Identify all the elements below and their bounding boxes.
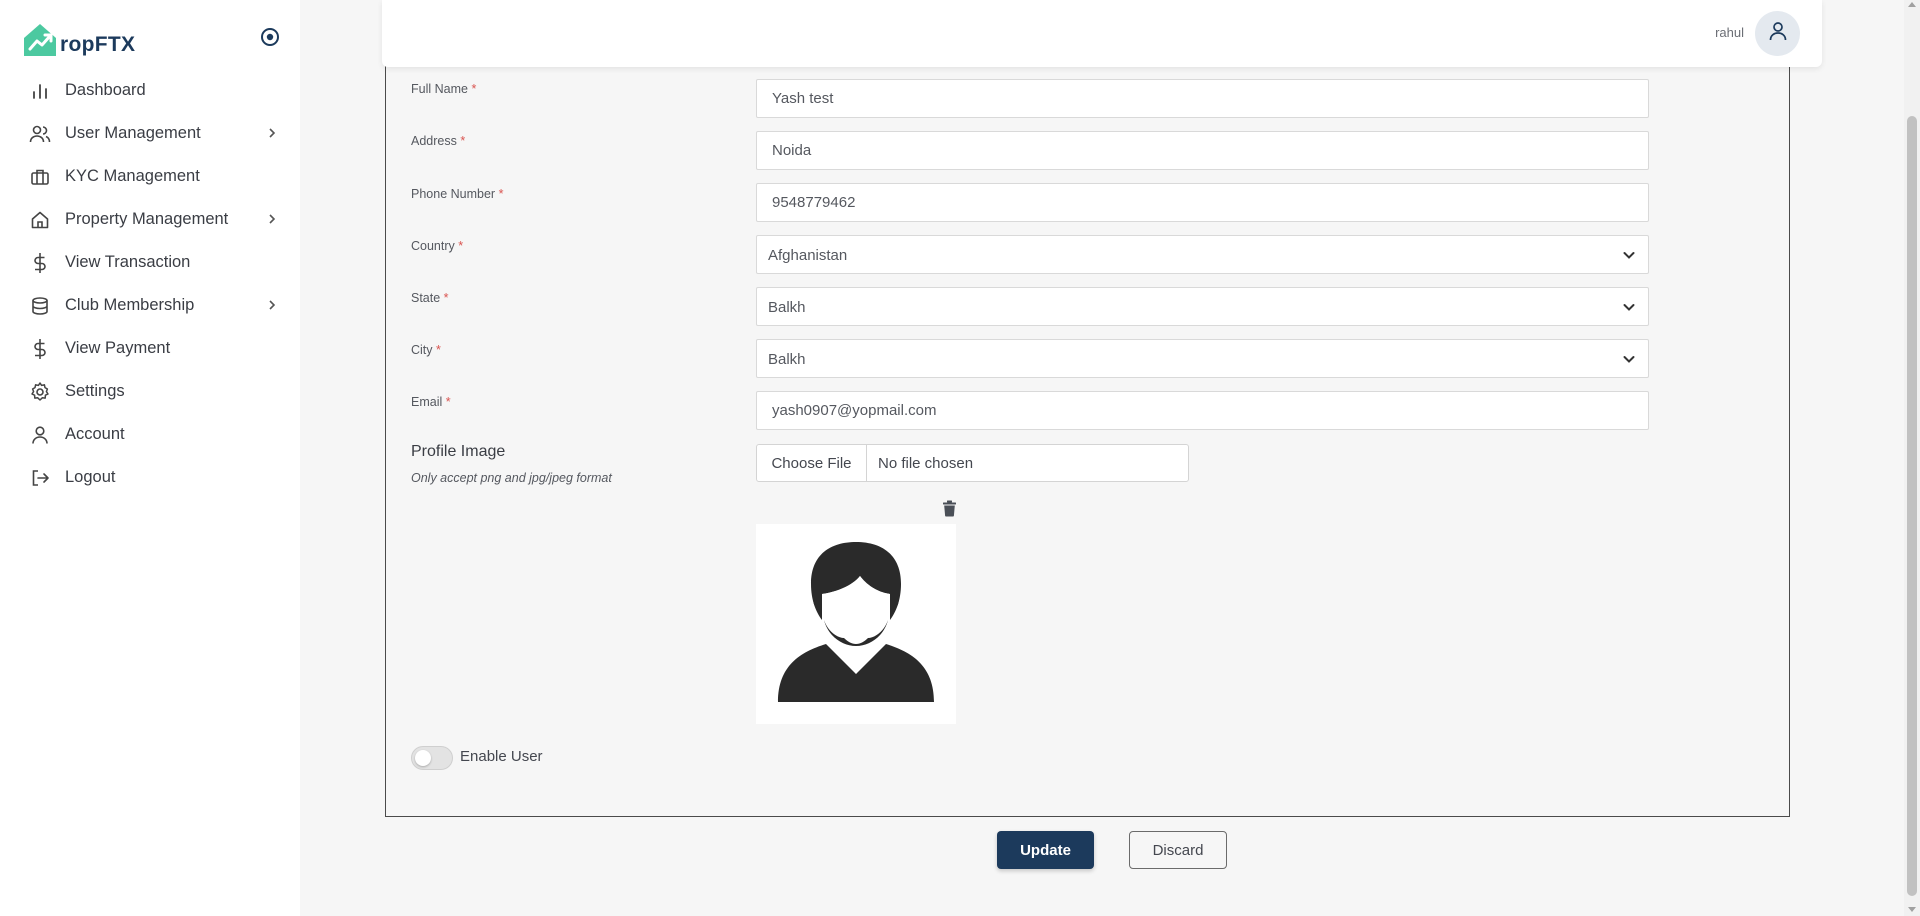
country-select-value: Afghanistan: [768, 247, 848, 264]
city-label: City *: [411, 343, 441, 357]
chevron-right-icon: [266, 126, 278, 140]
address-field[interactable]: [756, 131, 1649, 170]
address-label: Address *: [411, 134, 465, 148]
user-avatar-icon: [1767, 20, 1789, 47]
dollar-icon: [29, 338, 51, 360]
phone-label: Phone Number *: [411, 187, 503, 201]
page-scrollbar[interactable]: [1904, 0, 1920, 916]
database-icon: [29, 295, 51, 317]
chevron-down-icon: [1622, 352, 1636, 366]
users-icon: [29, 123, 51, 145]
update-button[interactable]: Update: [997, 831, 1094, 869]
sidebar-item-label: Account: [65, 425, 125, 443]
choose-file-button[interactable]: Choose File: [757, 445, 867, 481]
home-icon: [29, 209, 51, 231]
phone-input[interactable]: [757, 184, 1648, 221]
profile-image-hint: Only accept png and jpg/jpeg format: [411, 471, 612, 485]
sidebar-item-kyc-management[interactable]: KYC Management: [0, 155, 300, 198]
state-label-text: State: [411, 291, 441, 305]
top-header: rahul: [382, 0, 1822, 67]
profile-image-preview: [756, 524, 956, 724]
sidebar-item-club-membership[interactable]: Club Membership: [0, 284, 300, 327]
address-label-text: Address: [411, 134, 457, 148]
phone-field[interactable]: [756, 183, 1649, 222]
bar-chart-icon: [29, 80, 51, 102]
sidebar-item-label: View Payment: [65, 339, 171, 357]
chevron-right-icon: [266, 212, 278, 226]
full-name-label: Full Name *: [411, 82, 476, 96]
required-marker: *: [445, 395, 451, 409]
required-marker: *: [436, 343, 441, 357]
sidebar-item-label: View Transaction: [65, 253, 191, 271]
sidebar-item-label: Club Membership: [65, 296, 195, 314]
email-label: Email *: [411, 395, 451, 409]
address-input[interactable]: [757, 132, 1648, 169]
full-name-label-text: Full Name: [411, 82, 468, 96]
briefcase-icon: [29, 166, 51, 188]
sidebar-item-user-management[interactable]: User Management: [0, 112, 300, 155]
chevron-down-icon: [1622, 248, 1636, 262]
chevron-right-icon: [266, 298, 278, 312]
sidebar: ropFTX Dashboard User Management KYC Man…: [0, 0, 300, 916]
logo-house-icon: [22, 22, 58, 58]
header-user-name: rahul: [1715, 25, 1744, 40]
country-select[interactable]: Afghanistan: [756, 235, 1649, 274]
sidebar-item-label: KYC Management: [65, 167, 200, 185]
sidebar-item-account[interactable]: Account: [0, 413, 300, 456]
profile-image-title: Profile Image: [411, 443, 506, 460]
city-label-text: City: [411, 343, 433, 357]
scroll-up-arrow-icon[interactable]: [1908, 2, 1916, 7]
sidebar-item-view-transaction[interactable]: View Transaction: [0, 241, 300, 284]
sidebar-item-label: Dashboard: [65, 81, 146, 99]
required-marker: *: [443, 291, 449, 305]
scroll-down-arrow-icon[interactable]: [1908, 907, 1916, 912]
user-icon: [29, 424, 51, 446]
app-logo[interactable]: ropFTX: [22, 18, 135, 58]
required-marker: *: [471, 82, 477, 96]
sidebar-item-label: Logout: [65, 468, 116, 486]
email-input[interactable]: [757, 392, 1648, 429]
state-select-value: Balkh: [768, 299, 806, 316]
dollar-icon: [29, 252, 51, 274]
scrollbar-thumb[interactable]: [1907, 116, 1917, 896]
user-avatar-button[interactable]: [1755, 11, 1800, 56]
user-silhouette-icon: [778, 542, 934, 702]
email-field[interactable]: [756, 391, 1649, 430]
required-marker: *: [460, 134, 466, 148]
city-select[interactable]: Balkh: [756, 339, 1649, 378]
sidebar-item-dashboard[interactable]: Dashboard: [0, 69, 300, 112]
enable-user-label: Enable User: [460, 748, 543, 765]
delete-image-icon[interactable]: [942, 500, 957, 517]
sidebar-item-property-management[interactable]: Property Management: [0, 198, 300, 241]
required-marker: *: [458, 239, 464, 253]
required-marker: *: [498, 187, 504, 201]
sidebar-item-label: Settings: [65, 382, 125, 400]
state-select[interactable]: Balkh: [756, 287, 1649, 326]
sidebar-item-view-payment[interactable]: View Payment: [0, 327, 300, 370]
chevron-down-icon: [1622, 300, 1636, 314]
logo-text: ropFTX: [60, 33, 136, 56]
email-label-text: Email: [411, 395, 443, 409]
enable-user-toggle[interactable]: [411, 746, 453, 770]
sidebar-item-label: User Management: [65, 124, 201, 142]
phone-label-text: Phone Number: [411, 187, 496, 201]
full-name-input[interactable]: [757, 80, 1648, 117]
country-label: Country *: [411, 239, 463, 253]
sidebar-nav: Dashboard User Management KYC Management…: [0, 69, 300, 499]
file-status-text: No file chosen: [878, 454, 974, 472]
profile-image-file-input[interactable]: Choose File No file chosen: [756, 444, 1189, 482]
country-label-text: Country: [411, 239, 455, 253]
sidebar-item-label: Property Management: [65, 210, 229, 228]
state-label: State *: [411, 291, 449, 305]
toggle-knob: [415, 750, 431, 766]
gear-icon: [29, 381, 51, 403]
logout-icon: [29, 467, 51, 489]
sidebar-collapse-icon[interactable]: [259, 26, 281, 48]
city-select-value: Balkh: [768, 351, 806, 368]
full-name-field[interactable]: [756, 79, 1649, 118]
sidebar-item-logout[interactable]: Logout: [0, 456, 300, 499]
sidebar-item-settings[interactable]: Settings: [0, 370, 300, 413]
discard-button[interactable]: Discard: [1129, 831, 1227, 869]
